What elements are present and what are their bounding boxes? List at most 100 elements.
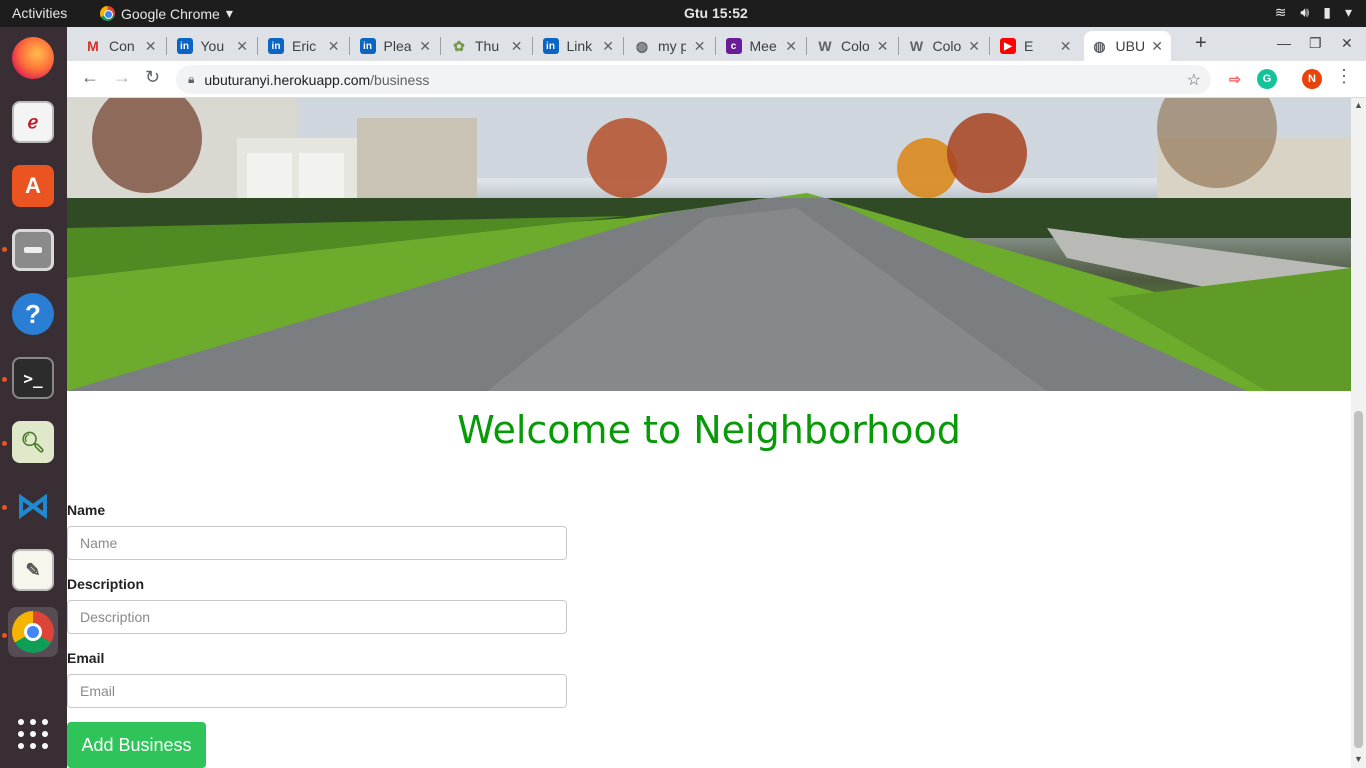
page-content: Welcome to Neighborhood Name Description… xyxy=(67,98,1351,768)
browser-tab[interactable]: M Con ✕ xyxy=(77,31,165,61)
running-indicator xyxy=(2,633,7,638)
image-viewer-icon: 🔍︎ xyxy=(12,421,54,463)
close-tab-icon[interactable]: ✕ xyxy=(694,38,706,55)
running-indicator xyxy=(2,441,7,446)
running-indicator xyxy=(2,377,7,382)
system-tray[interactable]: ≋ 🔊︎ ▮ ▾ xyxy=(1275,4,1352,21)
new-tab-icon[interactable]: + xyxy=(1195,32,1207,55)
text-editor-icon: ✎ xyxy=(12,549,54,591)
browser-toolbar: ← → ↻ 🔒︎ ubuturanyi.herokuapp.com /busin… xyxy=(67,61,1366,98)
browser-tab[interactable]: in Link ✕ xyxy=(535,31,623,61)
globe-icon: ◍ xyxy=(1093,37,1106,54)
scroll-up-icon[interactable]: ▲ xyxy=(1354,100,1363,110)
linkedin-icon: in xyxy=(359,38,376,54)
close-tab-icon[interactable]: ✕ xyxy=(419,38,431,55)
close-tab-icon[interactable]: ✕ xyxy=(511,38,523,55)
volume-icon: 🔊︎ xyxy=(1300,4,1310,20)
apps-grid-icon xyxy=(18,719,48,749)
browser-tab[interactable]: ◍ my p ✕ xyxy=(626,31,714,61)
name-label: Name xyxy=(67,502,106,518)
email-input[interactable] xyxy=(67,674,567,708)
browser-tab[interactable]: ▶ E ✕ xyxy=(992,31,1080,61)
name-input[interactable] xyxy=(67,526,567,560)
browser-tab[interactable]: ✿ Thu ✕ xyxy=(443,31,531,61)
close-tab-icon[interactable]: ✕ xyxy=(328,38,340,55)
linkedin-icon: in xyxy=(268,38,284,54)
wordpress-icon: W xyxy=(818,38,832,54)
maximize-icon[interactable]: ❐ xyxy=(1309,35,1322,52)
wifi-icon: ≋ xyxy=(1274,4,1287,20)
profile-avatar[interactable]: N xyxy=(1302,69,1322,89)
grammarly-icon[interactable]: G xyxy=(1257,69,1277,89)
browser-tab[interactable]: in Eric ✕ xyxy=(260,31,348,61)
lock-icon: 🔒︎ xyxy=(188,72,195,86)
tab-title: Con xyxy=(109,38,135,54)
minimize-icon[interactable]: — xyxy=(1277,35,1291,51)
close-window-icon[interactable]: ✕ xyxy=(1341,35,1353,52)
close-tab-icon[interactable]: ✕ xyxy=(602,38,614,55)
dock-chrome[interactable] xyxy=(8,607,58,657)
close-tab-icon[interactable]: ✕ xyxy=(968,38,980,55)
address-bar[interactable]: 🔒︎ ubuturanyi.herokuapp.com /business ☆ xyxy=(176,65,1211,94)
chevron-down-icon: ▾ xyxy=(1344,4,1352,20)
browser-tab[interactable]: ◍ UBU ✕ xyxy=(1083,31,1171,61)
dock-software-center[interactable]: A xyxy=(8,161,58,211)
close-tab-icon[interactable]: ✕ xyxy=(877,38,889,55)
dock-files[interactable] xyxy=(8,225,58,275)
wordpress-icon: W xyxy=(909,38,924,54)
reload-icon[interactable]: ↻ xyxy=(145,67,160,88)
tab-title: Mee xyxy=(749,38,777,54)
dock-firefox[interactable] xyxy=(8,33,58,83)
dock-terminal[interactable]: >_ xyxy=(8,353,58,403)
firefox-icon xyxy=(12,37,54,79)
dock-vscode[interactable]: ⋈ xyxy=(8,481,58,531)
tab-strip: M Con ✕ in You ✕ in Eric ✕ in Plea ✕ ✿ Thu ✕ in Link ✕ ◍ my… xyxy=(67,27,1366,61)
gmail-icon: M xyxy=(87,38,99,54)
dock-image-viewer[interactable]: 🔍︎ xyxy=(8,417,58,467)
scrollbar-thumb[interactable] xyxy=(1354,411,1363,748)
browser-tab[interactable]: in You ✕ xyxy=(169,31,257,61)
app-menu[interactable]: Google Chrome ▾ xyxy=(100,5,233,22)
close-tab-icon[interactable]: ✕ xyxy=(145,38,157,55)
tab-separator xyxy=(257,37,258,55)
close-tab-icon[interactable]: ✕ xyxy=(1151,38,1163,55)
browser-tab[interactable]: W Colo ✕ xyxy=(901,31,989,61)
add-business-button[interactable]: Add Business xyxy=(67,722,206,768)
tab-title: E xyxy=(1024,38,1034,54)
dock-document-viewer[interactable]: ℯ xyxy=(8,97,58,147)
tab-separator xyxy=(165,37,167,55)
description-input[interactable] xyxy=(67,600,567,634)
dock-help[interactable]: ? xyxy=(8,289,58,339)
dock-text-editor[interactable]: ✎ xyxy=(8,545,58,595)
dock: ℯ A ? >_ 🔍︎ ⋈ ✎ xyxy=(0,27,67,768)
tab-separator xyxy=(440,37,441,55)
browser-tab[interactable]: W Colo ✕ xyxy=(809,31,897,61)
browser-tab[interactable]: in Plea ✕ xyxy=(352,31,440,61)
menu-kebab-icon[interactable]: ⋮ xyxy=(1335,66,1353,87)
dock-show-apps[interactable] xyxy=(8,709,58,759)
vscode-icon: ⋈ xyxy=(16,487,50,525)
scroll-down-icon[interactable]: ▼ xyxy=(1354,754,1363,764)
back-icon[interactable]: ← xyxy=(81,67,99,88)
bookmark-star-icon[interactable]: ☆ xyxy=(1187,70,1201,90)
extension-icon[interactable]: ⇨ xyxy=(1225,69,1245,89)
tab-separator xyxy=(989,37,990,55)
tab-separator xyxy=(714,37,716,55)
close-tab-icon[interactable]: ✕ xyxy=(236,38,248,55)
page-scrollbar[interactable]: ▲ ▼ xyxy=(1351,98,1366,768)
tab-separator xyxy=(531,37,533,55)
tree-icon: ✿ xyxy=(453,37,465,54)
close-tab-icon[interactable]: ✕ xyxy=(1060,38,1072,55)
forward-icon[interactable]: → xyxy=(113,67,131,88)
tab-title: Colo xyxy=(841,38,869,54)
url-path: /business xyxy=(370,71,430,88)
help-icon: ? xyxy=(12,293,54,335)
clock[interactable]: Gtu 15:52 xyxy=(684,5,748,21)
activities-button[interactable]: Activities xyxy=(12,5,67,21)
close-tab-icon[interactable]: ✕ xyxy=(785,38,797,55)
hero-image xyxy=(67,98,1351,391)
running-indicator xyxy=(2,505,7,510)
document-viewer-icon: ℯ xyxy=(12,101,54,143)
browser-tab[interactable]: c Mee ✕ xyxy=(718,31,806,61)
tab-separator xyxy=(897,37,899,55)
